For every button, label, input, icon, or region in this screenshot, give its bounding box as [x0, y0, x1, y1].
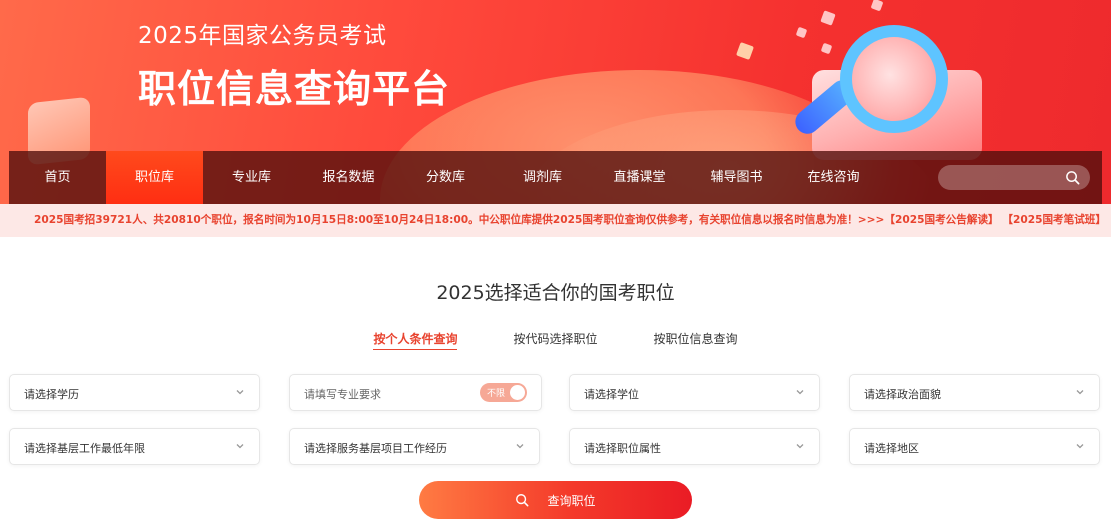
major-requirement-placeholder: 请填写专业要求: [304, 388, 381, 401]
nav-item-adjustment-library[interactable]: 调剂库: [494, 151, 591, 204]
decorative-cube: [870, 0, 884, 12]
education-select-label: 请选择学历: [24, 388, 79, 401]
nav-item-books[interactable]: 辅导图书: [688, 151, 785, 204]
query-positions-label: 查询职位: [547, 493, 596, 508]
magnifier-icon: [840, 25, 948, 133]
banner-title: 职位信息查询平台: [138, 67, 451, 111]
notice-link-exam-class[interactable]: 【2025国考笔试班】: [1002, 214, 1106, 226]
tab-by-code[interactable]: 按代码选择职位: [513, 330, 597, 350]
notice-bar: 2025国考招39721人、共20810个职位，报名时间为10月15日8:00至…: [0, 204, 1111, 237]
decorative-cube: [795, 26, 808, 39]
nav-item-live-class[interactable]: 直播课堂: [591, 151, 688, 204]
notice-text: 2025国考招39721人、共20810个职位，报名时间为10月15日8:00至…: [34, 214, 885, 226]
chevron-down-icon: [516, 444, 524, 449]
decorative-cube: [820, 10, 836, 26]
major-requirement-field[interactable]: 请填写专业要求 不限: [289, 374, 542, 411]
nav-search-input[interactable]: [938, 165, 1058, 190]
notice-link-announcement[interactable]: 【2025国考公告解读】: [884, 214, 998, 226]
decorative-cube: [820, 42, 833, 55]
toggle-label: 不限: [487, 389, 506, 399]
query-mode-tabs: 按个人条件查询 按代码选择职位 按职位信息查询: [0, 330, 1111, 350]
tab-personal-conditions[interactable]: 按个人条件查询: [373, 330, 458, 350]
chevron-down-icon: [236, 444, 244, 449]
political-status-select-label: 请选择政治面貌: [864, 388, 941, 401]
chevron-down-icon: [1076, 444, 1084, 449]
service-project-select[interactable]: 请选择服务基层项目工作经历: [289, 428, 540, 465]
service-project-select-label: 请选择服务基层项目工作经历: [304, 442, 447, 455]
chevron-down-icon: [1076, 390, 1084, 395]
major-unlimited-toggle[interactable]: 不限: [480, 383, 527, 402]
degree-select-label: 请选择学位: [584, 388, 639, 401]
position-attribute-select-label: 请选择职位属性: [584, 442, 661, 455]
grassroots-years-select[interactable]: 请选择基层工作最低年限: [9, 428, 260, 465]
grassroots-years-select-label: 请选择基层工作最低年限: [24, 442, 145, 455]
nav-item-online-consult[interactable]: 在线咨询: [785, 151, 882, 204]
nav-item-home[interactable]: 首页: [9, 151, 106, 204]
nav-item-score-library[interactable]: 分数库: [397, 151, 494, 204]
position-attribute-select[interactable]: 请选择职位属性: [569, 428, 820, 465]
chevron-down-icon: [236, 390, 244, 395]
region-select-label: 请选择地区: [864, 442, 919, 455]
chevron-down-icon: [796, 444, 804, 449]
nav-item-major-library[interactable]: 专业库: [203, 151, 300, 204]
degree-select[interactable]: 请选择学位: [569, 374, 820, 411]
education-select[interactable]: 请选择学历: [9, 374, 260, 411]
query-positions-button[interactable]: 查询职位: [419, 481, 692, 519]
chevron-down-icon: [796, 390, 804, 395]
tab-by-position-info[interactable]: 按职位信息查询: [654, 330, 738, 350]
nav-item-position-library[interactable]: 职位库: [106, 151, 203, 204]
search-icon: [516, 494, 529, 507]
political-status-select[interactable]: 请选择政治面貌: [849, 374, 1100, 411]
header-banner: 2025年国家公务员考试 职位信息查询平台 首页 职位库 专业库 报名数据 分数…: [0, 0, 1111, 204]
decorative-cube: [736, 42, 754, 60]
main-nav: 首页 职位库 专业库 报名数据 分数库 调剂库 直播课堂 辅导图书 在线咨询: [9, 151, 1102, 204]
toggle-knob: [510, 385, 525, 400]
nav-item-registration-data[interactable]: 报名数据: [300, 151, 397, 204]
region-select[interactable]: 请选择地区: [849, 428, 1100, 465]
search-icon[interactable]: [1065, 170, 1080, 185]
nav-search-box: [938, 165, 1090, 190]
banner-subtitle: 2025年国家公务员考试: [138, 23, 387, 49]
page-title: 2025选择适合你的国考职位: [436, 282, 675, 304]
